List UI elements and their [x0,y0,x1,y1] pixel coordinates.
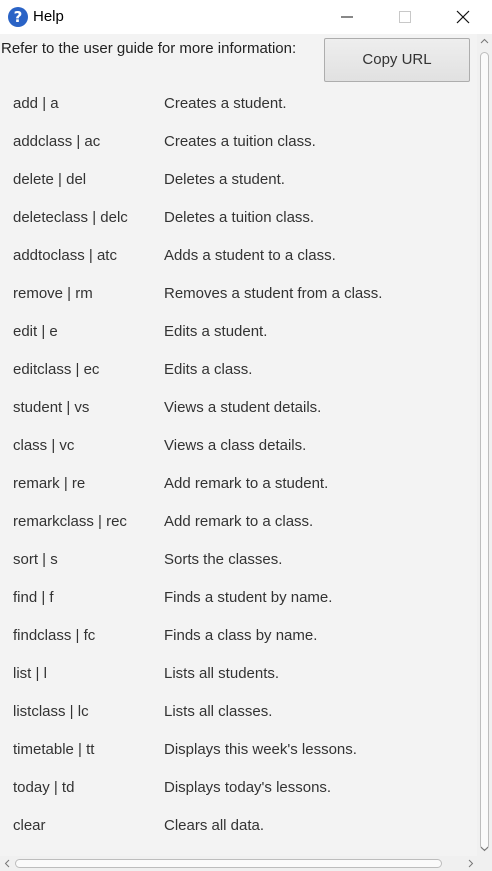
command-name: findclass | fc [13,627,96,644]
command-name: add | a [13,95,59,112]
command-description: Finds a class by name. [164,627,318,644]
help-window: ? Help Refer to the user guide for more … [0,0,492,871]
command-name: deleteclass | delc [13,209,128,226]
command-description: Views a student details. [164,399,322,416]
vertical-scrollbar[interactable] [477,34,492,856]
command-description: Creates a tuition class. [164,133,316,150]
command-name: editclass | ec [13,361,100,378]
command-description: Deletes a tuition class. [164,209,315,226]
question-mark-icon: ? [8,7,28,27]
command-description: Finds a student by name. [164,589,333,606]
horizontal-scrollbar[interactable] [0,856,492,871]
command-row: edit | e Edits a student. [0,313,477,351]
command-row: add | a Creates a student. [0,85,477,123]
chevron-up-icon[interactable] [480,37,489,46]
command-name: remarkclass | rec [13,513,127,530]
help-content: Refer to the user guide for more informa… [0,34,477,856]
command-name: edit | e [13,323,58,340]
command-name: sort | s [13,551,58,568]
command-name: addclass | ac [13,133,101,150]
command-name: remark | re [13,475,86,492]
title-bar[interactable]: ? Help [0,0,492,34]
horizontal-scroll-thumb[interactable] [15,859,442,868]
user-guide-message: Refer to the user guide for more informa… [1,40,297,57]
command-description: Views a class details. [164,437,307,454]
command-name: remove | rm [13,285,93,302]
command-description: Lists all classes. [164,703,273,720]
command-description: Add remark to a class. [164,513,314,530]
chevron-left-icon[interactable] [3,859,12,868]
command-row: addclass | ac Creates a tuition class. [0,123,477,161]
command-name: find | f [13,589,54,606]
command-name: listclass | lc [13,703,89,720]
command-description: Creates a student. [164,95,287,112]
command-row: today | td Displays today's lessons. [0,769,477,807]
command-description: Displays today's lessons. [164,779,332,796]
command-description: Add remark to a student. [164,475,329,492]
command-row: clear Clears all data. [0,807,477,845]
command-description: Displays this week's lessons. [164,741,357,758]
command-description: Sorts the classes. [164,551,283,568]
command-description: Clears all data. [164,817,265,834]
close-icon [456,10,470,24]
command-row: timetable | tt Displays this week's less… [0,731,477,769]
chevron-right-icon[interactable] [466,859,475,868]
command-name: delete | del [13,171,87,188]
command-row: delete | del Deletes a student. [0,161,477,199]
command-name: today | td [13,779,75,796]
command-name: class | vc [13,437,75,454]
maximize-icon [399,11,411,23]
command-row: class | vc Views a class details. [0,427,477,465]
minimize-button[interactable] [318,0,376,34]
command-name: timetable | tt [13,741,95,758]
chevron-down-icon[interactable] [480,844,489,853]
command-table: add | a Creates a student. addclass | ac… [0,85,477,845]
maximize-button[interactable] [376,0,434,34]
command-description: Deletes a student. [164,171,285,188]
command-name: list | l [13,665,47,682]
command-row: sort | s Sorts the classes. [0,541,477,579]
minimize-icon [341,16,353,18]
command-row: findclass | fc Finds a class by name. [0,617,477,655]
command-description: Edits a class. [164,361,253,378]
window-title: Help [33,8,64,25]
command-description: Adds a student to a class. [164,247,336,264]
command-description: Edits a student. [164,323,268,340]
command-row: listclass | lc Lists all classes. [0,693,477,731]
command-description: Removes a student from a class. [164,285,383,302]
vertical-scroll-thumb[interactable] [480,52,489,850]
command-row: remove | rm Removes a student from a cla… [0,275,477,313]
command-row: student | vs Views a student details. [0,389,477,427]
command-description: Lists all students. [164,665,280,682]
command-row: remark | re Add remark to a student. [0,465,477,503]
command-name: addtoclass | atc [13,247,117,264]
command-name: student | vs [13,399,90,416]
command-row: editclass | ec Edits a class. [0,351,477,389]
command-name: clear [13,817,46,834]
command-row: addtoclass | atc Adds a student to a cla… [0,237,477,275]
command-row: remarkclass | rec Add remark to a class. [0,503,477,541]
copy-url-button[interactable]: Copy URL [324,38,470,82]
close-button[interactable] [434,0,492,34]
command-row: list | l Lists all students. [0,655,477,693]
command-row: deleteclass | delc Deletes a tuition cla… [0,199,477,237]
command-row: find | f Finds a student by name. [0,579,477,617]
